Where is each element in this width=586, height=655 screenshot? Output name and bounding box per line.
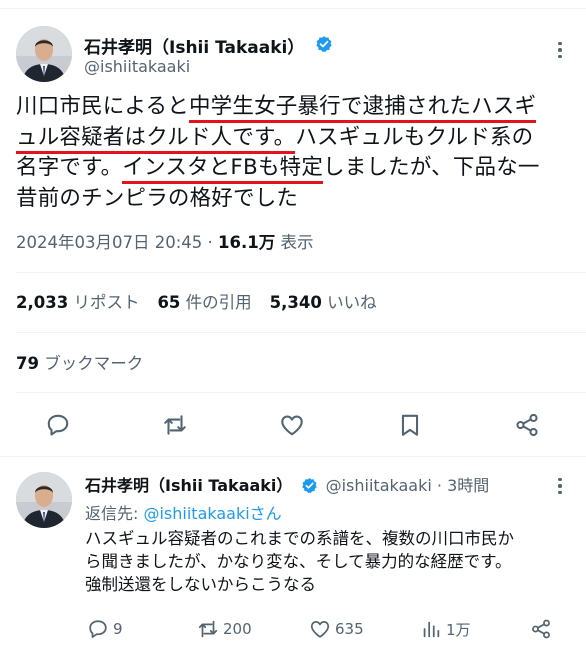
reply-views-count: 1万	[446, 620, 471, 639]
reply-text: ハスギュル容疑者のこれまでの系譜を、複数の川口市民か ら聞きましたが、かなり変な…	[85, 527, 580, 596]
share-button[interactable]	[512, 410, 542, 440]
likes-label: いいね	[327, 293, 377, 312]
reply-author-avatar[interactable]	[16, 472, 72, 528]
replying-to: 返信先: @ishiitakaakiさん	[85, 500, 282, 524]
reply-header: 石井孝明（Ishii Takaaki） @ishiitakaaki · 3時間	[85, 472, 489, 496]
quotes-count: 65	[157, 293, 181, 312]
reply-text-line: 強制送還をしないからこうなる	[85, 575, 316, 594]
tweet-meta: 2024年03月07日 20:45 · 16.1万 表示	[16, 229, 314, 253]
underlined-segment: 中学生女子暴行で逮捕されたハスギ	[188, 94, 537, 123]
tweet-text-line: ュル容疑者はクルド人です。ハスギュルもクルド系の	[16, 123, 576, 154]
tweet-text-line: 昔前のチンピラの格好でした	[16, 184, 576, 215]
reply-text-line: ハスギュル容疑者のこれまでの系譜を、複数の川口市民か	[85, 529, 514, 548]
section-separator	[0, 456, 586, 457]
reply-to-label: 返信先:	[85, 504, 144, 523]
reply-author-handle[interactable]: @ishiitakaaki	[326, 476, 432, 495]
underlined-segment: インスタとFBも特定	[122, 155, 324, 184]
top-divider	[0, 8, 586, 9]
reply-share-button[interactable]	[530, 617, 552, 641]
tweet-text-line: 名字です。インスタとFBも特定しましたが、下品な一	[16, 153, 576, 184]
like-button[interactable]	[277, 410, 307, 440]
text-segment: 名字です。	[16, 155, 123, 180]
text-segment: 昔前のチンピラの格好でした	[16, 185, 299, 211]
reply-repost-button[interactable]: 200	[197, 617, 252, 641]
author-avatar[interactable]	[16, 26, 72, 82]
reply-button[interactable]	[43, 410, 73, 440]
reply-likes-count: 635	[335, 620, 364, 638]
text-segment: ハスギュルもクルド系の	[295, 124, 534, 150]
share-icon	[516, 413, 538, 437]
tweet-timestamp[interactable]: 2024年03月07日 20:45	[16, 233, 202, 252]
bookmarks-count: 79	[16, 354, 39, 373]
reply-text-line: ら聞きましたが、かなり変な、そして暴力的な経歴です。	[85, 552, 512, 571]
verified-badge-icon	[301, 478, 317, 494]
author-name[interactable]: 石井孝明（Ishii Takaaki）	[84, 33, 304, 58]
engagement-stats: 2,033 リポスト 65 件の引用 5,340 いいね	[16, 289, 395, 313]
divider	[16, 272, 586, 273]
bookmark-button[interactable]	[395, 410, 425, 440]
bookmarks-stat[interactable]: 79 ブックマーク	[16, 350, 143, 374]
verified-badge-icon	[316, 36, 332, 52]
author-handle[interactable]: @ishiitakaaki	[84, 57, 190, 76]
tweet-text-line: 川口市民によると中学生女子暴行で逮捕されたハスギ	[16, 92, 576, 123]
likes-stat[interactable]: 5,340 いいね	[270, 293, 395, 312]
repost-button[interactable]	[160, 410, 190, 440]
repost-icon	[164, 415, 186, 435]
like-icon	[310, 620, 330, 638]
reply-icon	[47, 414, 69, 436]
bookmark-icon	[401, 414, 419, 436]
bookmarks-label: ブックマーク	[44, 354, 144, 373]
reply-to-mention[interactable]: @ishiitakaakiさん	[143, 504, 281, 523]
more-icon[interactable]	[548, 474, 572, 498]
reposts-count: 2,033	[16, 293, 69, 312]
views-icon	[423, 621, 440, 638]
divider	[16, 332, 586, 333]
quotes-stat[interactable]: 65 件の引用	[157, 293, 269, 312]
meta-separator: ·	[202, 233, 219, 252]
reply-icon	[89, 620, 107, 638]
reply-reposts-count: 200	[223, 620, 252, 638]
text-segment: 川口市民によると	[16, 94, 189, 119]
repost-icon	[198, 620, 218, 638]
views-count: 16.1万	[218, 233, 276, 252]
share-icon	[532, 619, 550, 639]
reply-time[interactable]: 3時間	[447, 476, 489, 495]
views-label: 表示	[275, 233, 314, 252]
reply-reply-button[interactable]: 9	[87, 617, 123, 641]
like-icon	[281, 415, 303, 436]
more-icon[interactable]	[548, 38, 572, 62]
tweet-text: 川口市民によると中学生女子暴行で逮捕されたハスギ ュル容疑者はクルド人です。ハス…	[16, 92, 576, 214]
likes-count: 5,340	[269, 293, 322, 312]
quotes-label: 件の引用	[185, 293, 252, 312]
reposts-label: リポスト	[73, 293, 140, 312]
reposts-stat[interactable]: 2,033 リポスト	[16, 293, 157, 312]
divider	[16, 392, 586, 393]
text-segment: しましたが、下品な一	[323, 155, 540, 180]
reply-views-button[interactable]: 1万	[420, 617, 471, 641]
meta-separator: ·	[431, 476, 448, 495]
reply-like-button[interactable]: 635	[309, 617, 364, 641]
underlined-segment: ュル容疑者はクルド人です。	[16, 124, 296, 154]
reply-author-name[interactable]: 石井孝明（Ishii Takaaki）	[85, 476, 292, 495]
reply-replies-count: 9	[113, 620, 123, 638]
